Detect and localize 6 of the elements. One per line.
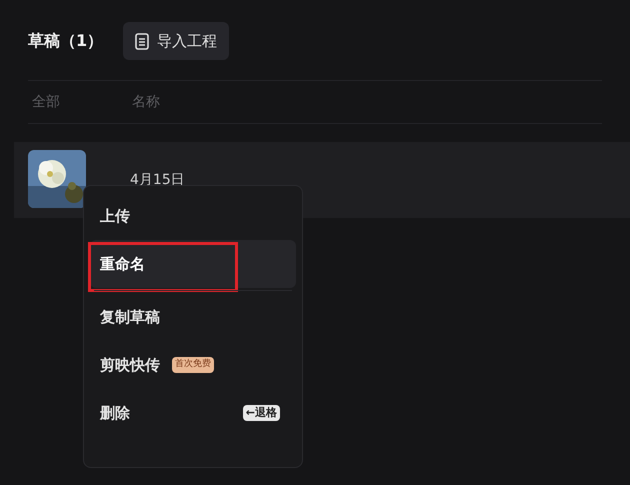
draft-name: 4月15日 <box>130 171 185 190</box>
promo-tag: 首次免费 <box>172 357 214 373</box>
page-title: 草稿（1） <box>28 30 104 52</box>
column-header: 全部 <box>31 92 61 112</box>
column-header: 名称 <box>132 92 160 112</box>
shortcut-key: ←退格 <box>242 404 280 422</box>
